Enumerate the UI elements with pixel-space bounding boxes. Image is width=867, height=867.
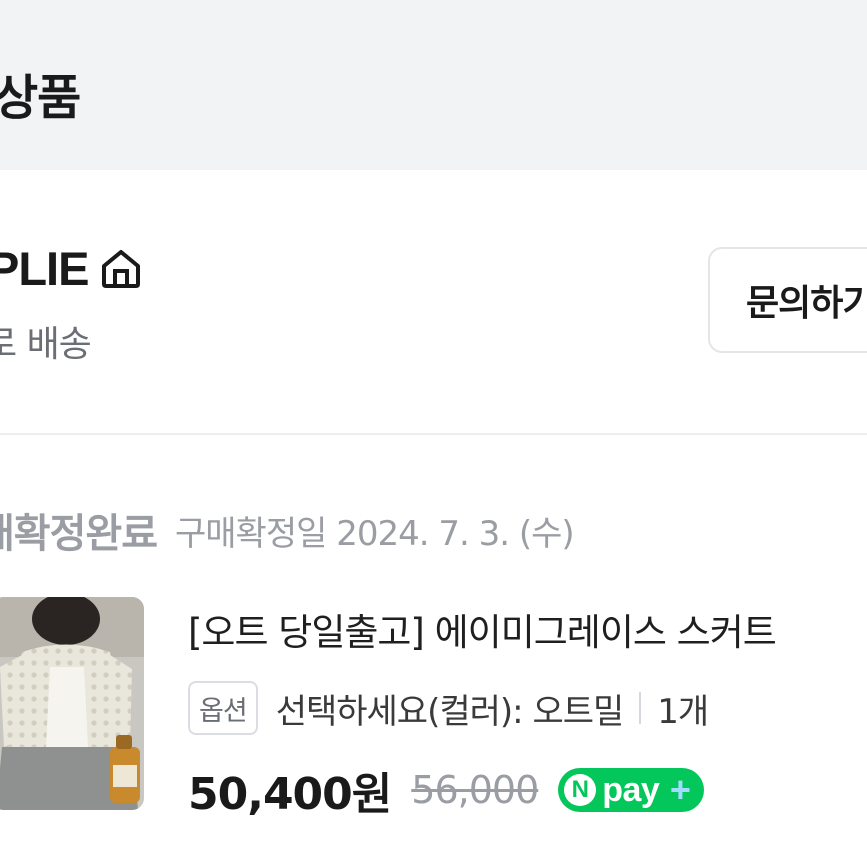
inquiry-button[interactable]: 문의하기 (708, 247, 867, 353)
option-separator (639, 692, 642, 724)
delivery-info: 로 배송 (0, 324, 92, 365)
npay-n-icon: N (564, 774, 597, 806)
store-name-row[interactable]: PLIE (0, 240, 144, 296)
header-band: 상품 (0, 0, 867, 170)
product-title[interactable]: [오트 당일출고] 에이미그레이스 스커트 (188, 602, 777, 656)
product-thumbnail[interactable] (0, 597, 144, 810)
home-icon[interactable] (98, 245, 144, 291)
original-price: 56,000 (411, 768, 539, 812)
section-title: 상품 (0, 70, 81, 126)
store-name[interactable]: PLIE (0, 241, 89, 296)
option-row: 옵션 선택하세요(컬러): 오트밀 1개 (188, 680, 709, 736)
quantity: 1개 (657, 691, 709, 732)
purchase-confirm-date: 구매확정일 2024. 7. 3. (수) (175, 513, 575, 554)
order-status: 매확정완료 (0, 511, 158, 557)
npay-badge: N pay + (558, 768, 705, 812)
npay-plus-icon: + (669, 769, 691, 810)
sale-price: 50,400원 (188, 769, 392, 820)
option-text: 선택하세요(컬러): 오트밀 (275, 691, 625, 732)
npay-label: pay (602, 770, 660, 809)
price-row: 50,400원 56,000 N pay + (188, 760, 705, 820)
order-status-row: 매확정완료 구매확정일 2024. 7. 3. (수) (0, 502, 575, 558)
option-badge: 옵션 (188, 681, 258, 735)
section-divider (0, 433, 867, 435)
